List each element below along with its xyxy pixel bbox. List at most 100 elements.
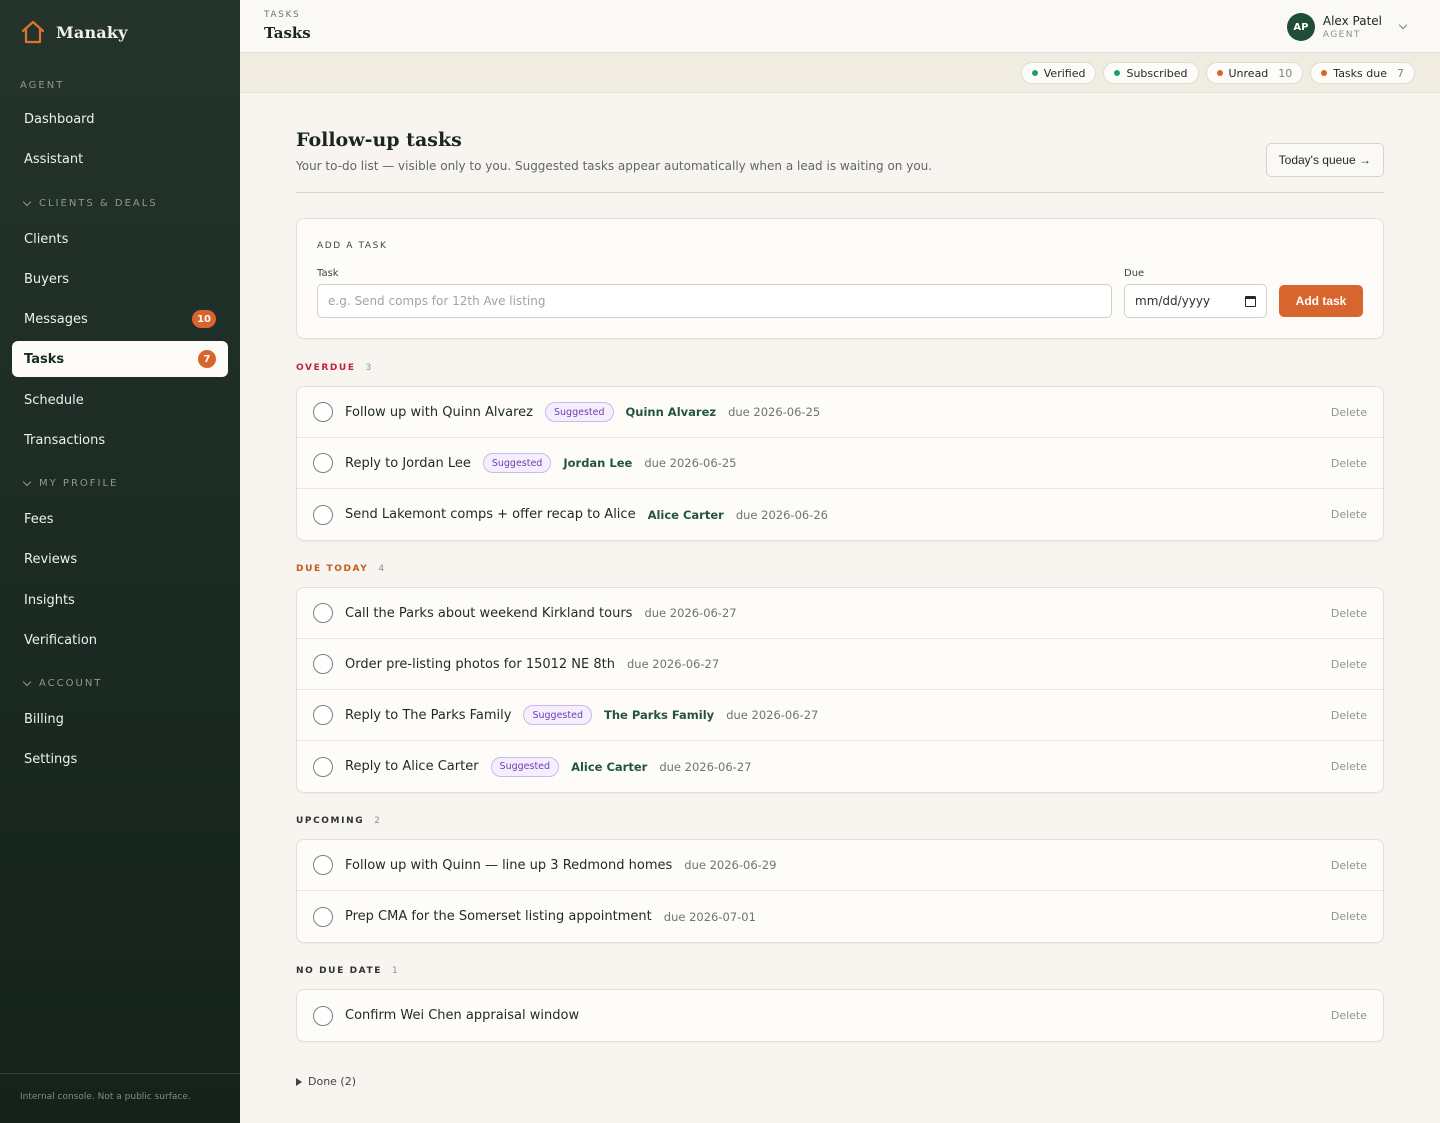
status-pill-label: Verified <box>1043 66 1086 80</box>
user-name: Alex Patel <box>1322 14 1382 28</box>
group-label-text: UPCOMING <box>296 816 365 826</box>
sidebar-item-label: Messages <box>24 311 88 327</box>
chevron-down-icon <box>1398 20 1408 30</box>
delete-task-button[interactable]: Delete <box>1331 859 1367 872</box>
delete-task-button[interactable]: Delete <box>1331 457 1367 470</box>
delete-task-button[interactable]: Delete <box>1331 508 1367 521</box>
status-pill-verified[interactable]: Verified <box>1020 62 1097 84</box>
sidebar-item-messages[interactable]: Messages 10 <box>12 301 228 337</box>
status-pill-unread[interactable]: Unread 10 <box>1205 62 1304 84</box>
status-pill-count: 7 <box>1397 66 1404 80</box>
status-dot-icon <box>1216 70 1223 76</box>
task-title: Order pre-listing photos for 15012 NE 8t… <box>345 656 615 672</box>
breadcrumb: TASKS <box>264 10 301 20</box>
task-list-card: Call the Parks about weekend Kirkland to… <box>296 587 1384 793</box>
sidebar-item-label: Buyers <box>24 271 69 287</box>
delete-task-button[interactable]: Delete <box>1331 760 1367 773</box>
group-count: 4 <box>378 564 385 574</box>
task-complete-checkbox[interactable] <box>313 906 333 927</box>
section-subtitle: Your to-do list — visible only to you. S… <box>296 159 933 173</box>
task-complete-checkbox[interactable] <box>313 705 333 725</box>
task-complete-checkbox[interactable] <box>313 1005 333 1026</box>
task-row: Reply to Alice Carter Suggested Alice Cart… <box>297 741 1383 792</box>
task-title: Prep CMA for the Somerset listing appoin… <box>345 909 652 924</box>
contact-link[interactable]: Alice Carter <box>648 508 724 522</box>
task-complete-checkbox[interactable] <box>313 504 333 525</box>
chevron-down-icon <box>22 677 32 687</box>
delete-task-button[interactable]: Delete <box>1331 910 1367 923</box>
group-label-due-today: DUE TODAY 4 <box>296 564 384 574</box>
suggested-badge: Suggested <box>545 402 614 422</box>
sidebar-item-reviews[interactable]: Reviews <box>12 541 228 577</box>
task-complete-checkbox[interactable] <box>313 453 333 473</box>
status-pill-subscribed[interactable]: Subscribed <box>1103 62 1199 84</box>
due-date-placeholder: mm/dd/yyyy <box>1135 294 1211 308</box>
contact-link[interactable]: Jordan Lee <box>563 456 632 470</box>
sidebar-item-label: Insights <box>24 592 75 608</box>
delete-task-button[interactable]: Delete <box>1331 607 1367 620</box>
status-pill-tasks-due[interactable]: Tasks due 7 <box>1310 62 1415 84</box>
status-pill-count: 10 <box>1278 66 1293 80</box>
done-toggle[interactable]: Done (2) <box>296 1075 356 1088</box>
sidebar-item-assistant[interactable]: Assistant <box>12 141 228 177</box>
delete-task-button[interactable]: Delete <box>1331 709 1367 722</box>
sidebar-item-tasks[interactable]: Tasks 7 <box>12 341 228 377</box>
delete-task-button[interactable]: Delete <box>1331 1009 1367 1022</box>
brand[interactable]: Manaky <box>20 19 128 45</box>
group-label-text: NO DUE DATE <box>296 966 383 976</box>
contact-link[interactable]: Alice Carter <box>571 760 647 774</box>
user-menu[interactable]: AP Alex Patel AGENT <box>1286 13 1408 41</box>
sidebar: Manaky Agent Dashboard Assistant Clients… <box>0 0 240 1123</box>
task-complete-checkbox[interactable] <box>313 855 333 875</box>
task-title: Reply to Jordan Lee <box>345 455 471 471</box>
calendar-icon[interactable] <box>1245 295 1256 307</box>
task-input[interactable] <box>317 284 1112 318</box>
nav-section-my-profile[interactable]: My Profile <box>20 477 118 489</box>
contact-link[interactable]: The Parks Family <box>604 708 714 722</box>
sidebar-item-schedule[interactable]: Schedule <box>12 382 228 418</box>
add-task-button[interactable]: Add task <box>1279 285 1363 317</box>
sidebar-item-clients[interactable]: Clients <box>12 221 228 257</box>
nav-section-clients-deals[interactable]: Clients & Deals <box>20 197 158 209</box>
task-row: Call the Parks about weekend Kirkland to… <box>297 588 1383 639</box>
task-complete-checkbox[interactable] <box>313 603 333 623</box>
sidebar-item-label: Tasks <box>24 351 65 367</box>
group-label-text: DUE TODAY <box>296 564 369 574</box>
task-row: Follow up with Quinn Alvarez Suggested Qui… <box>297 387 1383 438</box>
sidebar-item-fees[interactable]: Fees <box>12 501 228 537</box>
tasks-count-badge: 7 <box>198 350 216 368</box>
nav-section-account[interactable]: Account <box>20 677 102 689</box>
status-pill-label: Subscribed <box>1126 66 1188 80</box>
contact-link[interactable]: Quinn Alvarez <box>626 405 717 419</box>
delete-task-button[interactable]: Delete <box>1331 658 1367 671</box>
top-header: TASKS Tasks AP Alex Patel AGENT <box>240 0 1440 53</box>
sidebar-item-billing[interactable]: Billing <box>12 701 228 737</box>
sidebar-item-insights[interactable]: Insights <box>12 582 228 618</box>
group-label-no-due-date: NO DUE DATE 1 <box>296 966 398 976</box>
sidebar-item-label: Verification <box>24 632 98 648</box>
task-row: Follow up with Quinn — line up 3 Redmond… <box>297 840 1383 891</box>
sidebar-item-dashboard[interactable]: Dashboard <box>12 101 228 137</box>
suggested-badge: Suggested <box>490 756 560 777</box>
delete-task-button[interactable]: Delete <box>1331 406 1367 419</box>
sidebar-item-label: Schedule <box>24 392 84 408</box>
sidebar-item-transactions[interactable]: Transactions <box>12 422 228 458</box>
group-count: 1 <box>392 966 398 976</box>
task-list-card: Follow up with Quinn — line up 3 Redmond… <box>296 839 1384 943</box>
status-bar: Verified Subscribed Unread 10 Tasks due 7 <box>240 53 1440 93</box>
due-field-label: Due <box>1124 268 1145 279</box>
sidebar-item-verification[interactable]: Verification <box>12 622 228 658</box>
sidebar-item-buyers[interactable]: Buyers <box>12 261 228 297</box>
task-complete-checkbox[interactable] <box>313 756 333 777</box>
task-complete-checkbox[interactable] <box>313 402 333 422</box>
section-title: Follow-up tasks <box>296 129 462 151</box>
due-date: due 2026-06-26 <box>735 507 828 522</box>
due-date: due 2026-07-01 <box>663 909 756 924</box>
sidebar-item-label: Transactions <box>24 432 106 448</box>
status-pills: Verified Subscribed Unread 10 Tasks due 7 <box>1020 62 1415 84</box>
task-complete-checkbox[interactable] <box>313 654 333 674</box>
sidebar-item-settings[interactable]: Settings <box>12 741 228 777</box>
todays-queue-button[interactable]: Today's queue → <box>1265 143 1384 177</box>
due-date-input[interactable]: mm/dd/yyyy <box>1124 284 1267 318</box>
group-label-text: OVERDUE <box>296 363 356 373</box>
